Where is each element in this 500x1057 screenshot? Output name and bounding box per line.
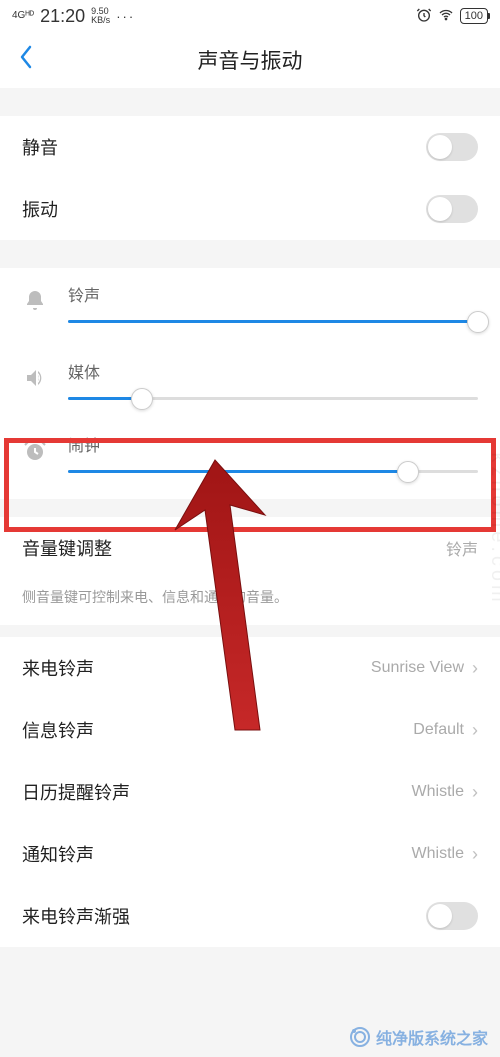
alarm-slider-label: 闹钟 bbox=[68, 432, 478, 456]
chevron-right-icon: › bbox=[472, 720, 478, 741]
network-speed: 9.50KB/s bbox=[91, 7, 110, 25]
wifi-icon bbox=[438, 7, 454, 26]
vibrate-toggle[interactable] bbox=[426, 195, 478, 223]
calendar-ringtone-value: Whistle bbox=[412, 783, 464, 801]
calendar-ringtone-row[interactable]: 日历提醒铃声 Whistle › bbox=[0, 761, 500, 823]
media-slider-row: 媒体 bbox=[0, 345, 500, 418]
ringtone-slider-row: 铃声 bbox=[0, 268, 500, 345]
message-ringtone-value: Default bbox=[413, 721, 464, 739]
incoming-ringtone-value: Sunrise View bbox=[371, 659, 464, 677]
alarm-icon bbox=[416, 7, 432, 26]
notify-ringtone-label: 通知铃声 bbox=[22, 841, 94, 867]
more-dots: ··· bbox=[116, 9, 135, 24]
speaker-icon bbox=[22, 365, 48, 391]
volume-key-row[interactable]: 音量键调整 铃声 bbox=[0, 517, 500, 579]
status-right: 100 bbox=[416, 7, 488, 26]
message-ringtone-row[interactable]: 信息铃声 Default › bbox=[0, 699, 500, 761]
volume-key-label: 音量键调整 bbox=[22, 535, 112, 561]
notify-ringtone-value: Whistle bbox=[412, 845, 464, 863]
watermark-side: kzhome.com bbox=[486, 452, 500, 605]
page-header: 声音与振动 bbox=[0, 32, 500, 88]
toggles-section: 静音 振动 bbox=[0, 116, 500, 240]
incoming-ringtone-row[interactable]: 来电铃声 Sunrise View › bbox=[0, 637, 500, 699]
ringtone-slider[interactable] bbox=[68, 320, 478, 323]
message-ringtone-label: 信息铃声 bbox=[22, 717, 94, 743]
network-type: 4Gᴴᴰ bbox=[12, 11, 34, 21]
ringtone-slider-label: 铃声 bbox=[68, 282, 478, 306]
sliders-section: 铃声 媒体 闹钟 bbox=[0, 268, 500, 499]
crescendo-label: 来电铃声渐强 bbox=[22, 903, 130, 929]
incoming-ringtone-label: 来电铃声 bbox=[22, 655, 94, 681]
watermark-bottom: 纯净版系统之家 bbox=[350, 1025, 488, 1049]
bell-icon bbox=[22, 288, 48, 314]
vibrate-label: 振动 bbox=[22, 196, 58, 222]
mute-row[interactable]: 静音 bbox=[0, 116, 500, 178]
vibrate-row[interactable]: 振动 bbox=[0, 178, 500, 240]
mute-label: 静音 bbox=[22, 134, 58, 160]
crescendo-row[interactable]: 来电铃声渐强 bbox=[0, 885, 500, 947]
chevron-right-icon: › bbox=[472, 782, 478, 803]
status-left: 4Gᴴᴰ 21:20 9.50KB/s ··· bbox=[12, 6, 135, 27]
battery-icon: 100 bbox=[460, 8, 488, 24]
alarm-slider[interactable] bbox=[68, 470, 478, 473]
media-slider[interactable] bbox=[68, 397, 478, 400]
media-slider-label: 媒体 bbox=[68, 359, 478, 383]
page-title: 声音与振动 bbox=[198, 45, 303, 75]
clock-icon bbox=[22, 438, 48, 464]
chevron-right-icon: › bbox=[472, 844, 478, 865]
volume-key-hint: 侧音量键可控制来电、信息和通知的音量。 bbox=[0, 579, 500, 625]
back-button[interactable] bbox=[18, 44, 34, 77]
notify-ringtone-row[interactable]: 通知铃声 Whistle › bbox=[0, 823, 500, 885]
volume-key-section: 音量键调整 铃声 侧音量键可控制来电、信息和通知的音量。 bbox=[0, 517, 500, 625]
chevron-right-icon: › bbox=[472, 658, 478, 679]
watermark-text: 纯净版系统之家 bbox=[376, 1025, 488, 1049]
watermark-logo-icon bbox=[350, 1027, 370, 1047]
crescendo-toggle[interactable] bbox=[426, 902, 478, 930]
mute-toggle[interactable] bbox=[426, 133, 478, 161]
volume-key-value: 铃声 bbox=[446, 536, 478, 560]
status-time: 21:20 bbox=[40, 6, 85, 27]
calendar-ringtone-label: 日历提醒铃声 bbox=[22, 779, 130, 805]
status-bar: 4Gᴴᴰ 21:20 9.50KB/s ··· 100 bbox=[0, 0, 500, 32]
ringtones-section: 来电铃声 Sunrise View › 信息铃声 Default › 日历提醒铃声 … bbox=[0, 637, 500, 947]
alarm-slider-row: 闹钟 bbox=[0, 418, 500, 499]
